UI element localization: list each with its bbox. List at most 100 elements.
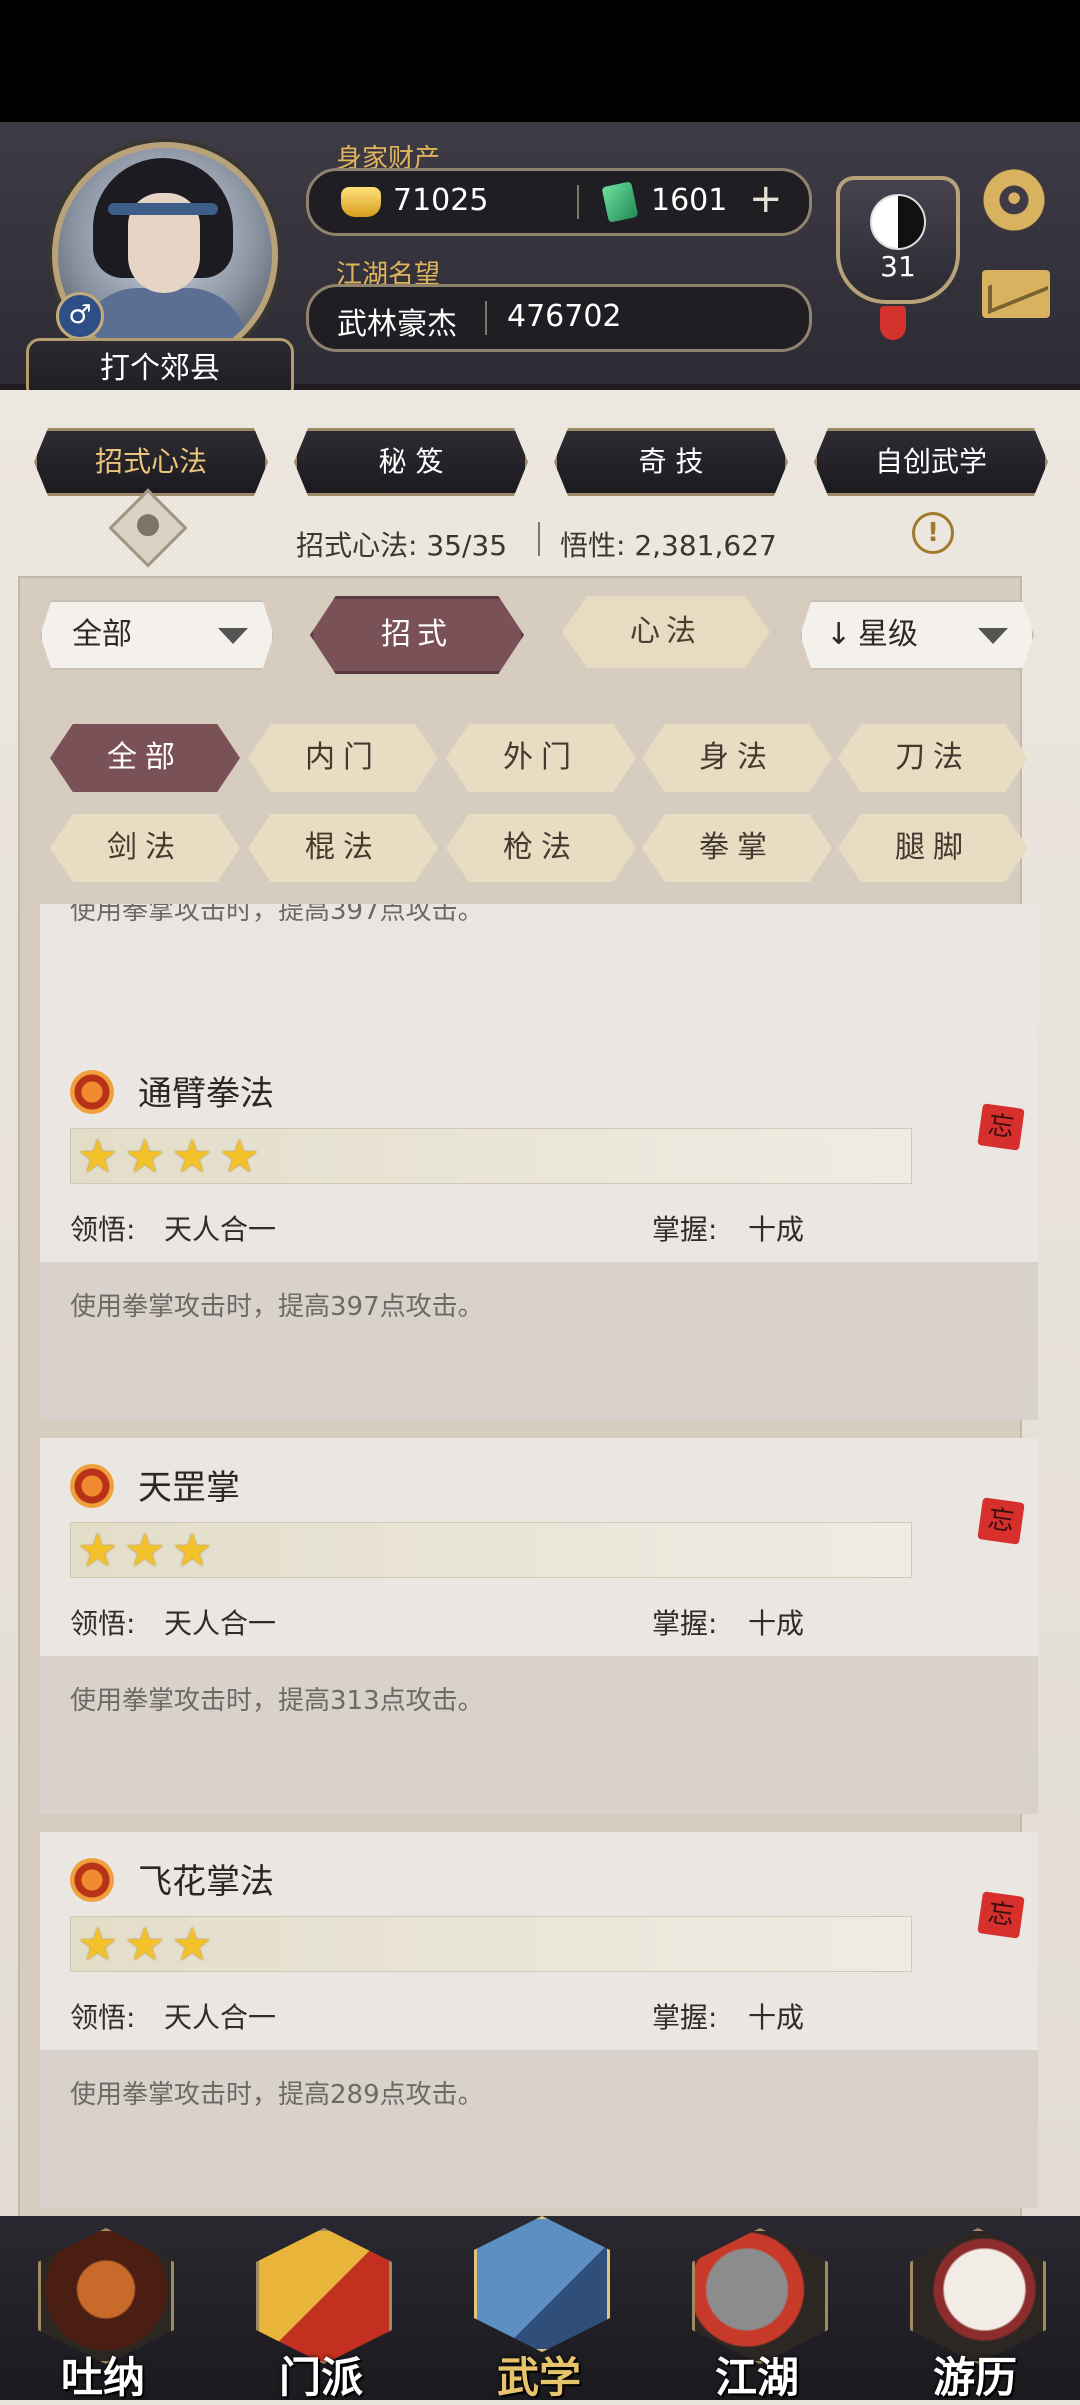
reputation-pill: 武林豪杰 476702 — [306, 284, 812, 352]
skill-card[interactable]: 飞花掌法 ★★★ 领悟: 天人合一 掌握: 十成 忘 使用拳掌攻击时，提高289… — [40, 1832, 1038, 2208]
level-badge[interactable]: 31 — [836, 176, 960, 304]
insight-label: 领悟: — [70, 1607, 136, 1640]
mastery-label: 掌握: — [652, 1607, 718, 1640]
insight-value: 悟性: 2,381,627 — [560, 529, 777, 562]
chevron-down-icon — [218, 628, 248, 644]
category-select[interactable]: 全部 — [40, 600, 274, 670]
filter-spear[interactable]: 枪法 — [446, 814, 636, 882]
star-icons: ★★★★ — [77, 1129, 266, 1183]
chevron-down-icon — [978, 628, 1008, 644]
insight-label: 领悟: — [70, 2001, 136, 2034]
reputation-value: 476702 — [507, 299, 622, 334]
filter-blade[interactable]: 刀法 — [838, 724, 1028, 792]
mail-icon[interactable] — [982, 270, 1050, 318]
sort-select[interactable]: ↓ 星级 — [800, 600, 1034, 670]
insight-label: 领悟: — [70, 1213, 136, 1246]
settings-gear-icon[interactable]: ⚙ — [980, 161, 1048, 237]
fist-school-icon — [70, 1858, 114, 1902]
nav-label: 吐纳 — [60, 2353, 145, 2402]
nav-label: 门派 — [278, 2353, 363, 2402]
skill-card-description: 使用拳掌攻击时，提高313点攻击。 — [40, 1656, 1038, 1814]
star-icons: ★★★ — [77, 1523, 219, 1577]
filter-all[interactable]: 全部 — [50, 724, 240, 792]
jade-amount: 1601 — [651, 183, 728, 218]
filter-inner-school[interactable]: 内门 — [248, 724, 438, 792]
tassel-ornament — [880, 306, 906, 340]
forget-tag-icon[interactable]: 忘 — [977, 1891, 1025, 1939]
skill-card-header: 天罡掌 ★★★ 领悟: 天人合一 掌握: 十成 忘 — [40, 1438, 1038, 1656]
reputation-title: 武林豪杰 — [337, 307, 457, 342]
skill-card-description: 使用拳掌攻击时，提高289点攻击。 — [40, 2050, 1038, 2208]
filter-leg-kick[interactable]: 腿脚 — [838, 814, 1028, 882]
mastery-level: 十成 — [748, 2001, 805, 2034]
gold-amount: 71025 — [393, 183, 489, 218]
type-moves-button[interactable]: 招式 — [310, 596, 524, 674]
divider — [485, 301, 487, 335]
mastery-level: 十成 — [748, 1213, 805, 1246]
skill-description: 使用拳掌攻击时，提高397点攻击。 — [70, 904, 484, 926]
filter-fist-palm[interactable]: 拳掌 — [642, 814, 832, 882]
nav-sect[interactable]: 门派 — [246, 2228, 396, 2402]
nav-label: 江湖 — [714, 2353, 799, 2402]
divider — [538, 522, 540, 556]
filter-outer-school[interactable]: 外门 — [446, 724, 636, 792]
bottom-nav: 吐纳 门派 武学 江湖 游历 — [0, 2216, 1080, 2402]
skill-name: 天罡掌 — [138, 1468, 240, 1508]
category-select-value: 全部 — [72, 617, 132, 652]
insight-level: 天人合一 — [164, 2001, 277, 2034]
skill-card-description: 使用拳掌攻击时，提高397点攻击。 — [40, 904, 1038, 1062]
filter-movement[interactable]: 身法 — [642, 724, 832, 792]
eye-pupil — [137, 514, 159, 537]
fist-school-icon — [70, 1464, 114, 1508]
star-icons: ★★★ — [77, 1917, 219, 1971]
star-rating: ★★★ — [70, 1522, 912, 1578]
insight-level: 天人合一 — [164, 1607, 277, 1640]
fist-school-icon — [70, 1070, 114, 1114]
gender-icon: ♂ — [56, 292, 104, 340]
add-currency-button[interactable]: + — [749, 179, 783, 219]
filter-staff[interactable]: 棍法 — [248, 814, 438, 882]
nav-jianghu[interactable]: 江湖 — [682, 2228, 832, 2402]
nav-travel[interactable]: 游历 — [900, 2228, 1050, 2402]
tab-special-skills[interactable]: 奇 技 — [554, 428, 788, 496]
skills-count: 招式心法: 35/35 — [296, 529, 508, 562]
gold-ingot-icon — [341, 187, 381, 217]
divider — [577, 185, 579, 219]
insight-level: 天人合一 — [164, 1213, 277, 1246]
skill-card-description: 使用拳掌攻击时，提高397点攻击。 — [40, 1262, 1038, 1420]
sort-select-value: 星级 — [858, 617, 918, 652]
skill-list[interactable]: 使用拳掌攻击时，提高397点攻击。 通臂拳法 ★★★★ 领悟: 天人合一 掌握:… — [40, 904, 1038, 2220]
skill-description: 使用拳掌攻击时，提高313点攻击。 — [70, 1686, 484, 1716]
sort-arrow-icon: ↓ — [826, 617, 852, 652]
avatar-headband — [108, 203, 218, 215]
yin-yang-icon — [870, 194, 926, 250]
skill-name: 飞花掌法 — [138, 1862, 274, 1902]
forget-tag-icon[interactable]: 忘 — [977, 1103, 1025, 1151]
tab-created-martial-arts[interactable]: 自创武学 — [814, 428, 1048, 496]
skill-card[interactable]: 使用拳掌攻击时，提高397点攻击。 — [40, 904, 1038, 1062]
nav-label: 游历 — [932, 2353, 1017, 2402]
info-icon[interactable]: ! — [912, 512, 954, 554]
star-rating: ★★★ — [70, 1916, 912, 1972]
skill-name: 通臂拳法 — [138, 1074, 274, 1114]
nav-meditate[interactable]: 吐纳 — [28, 2228, 178, 2402]
mastery-label: 掌握: — [652, 2001, 718, 2034]
filter-sword[interactable]: 剑法 — [50, 814, 240, 882]
star-rating: ★★★★ — [70, 1128, 912, 1184]
mastery-label: 掌握: — [652, 1213, 718, 1246]
tab-secret-manuals[interactable]: 秘 笈 — [294, 428, 528, 496]
level-number: 31 — [880, 250, 916, 283]
tab-moves-mental[interactable]: 招式心法 — [34, 428, 268, 496]
jade-icon — [601, 181, 639, 223]
skill-description: 使用拳掌攻击时，提高289点攻击。 — [70, 2080, 484, 2110]
nav-label: 武学 — [496, 2353, 581, 2402]
skill-card-header: 飞花掌法 ★★★ 领悟: 天人合一 掌握: 十成 忘 — [40, 1832, 1038, 2050]
skill-card[interactable]: 天罡掌 ★★★ 领悟: 天人合一 掌握: 十成 忘 使用拳掌攻击时，提高313点… — [40, 1438, 1038, 1814]
status-bar — [0, 0, 1080, 122]
type-mental-button[interactable]: 心法 — [562, 596, 770, 668]
nav-martial-arts[interactable]: 武学 — [464, 2216, 614, 2402]
skill-card[interactable]: 通臂拳法 ★★★★ 领悟: 天人合一 掌握: 十成 忘 使用拳掌攻击时，提高39… — [40, 1044, 1038, 1420]
mastery-level: 十成 — [748, 1607, 805, 1640]
forget-tag-icon[interactable]: 忘 — [977, 1497, 1025, 1545]
skill-description: 使用拳掌攻击时，提高397点攻击。 — [70, 1292, 484, 1322]
